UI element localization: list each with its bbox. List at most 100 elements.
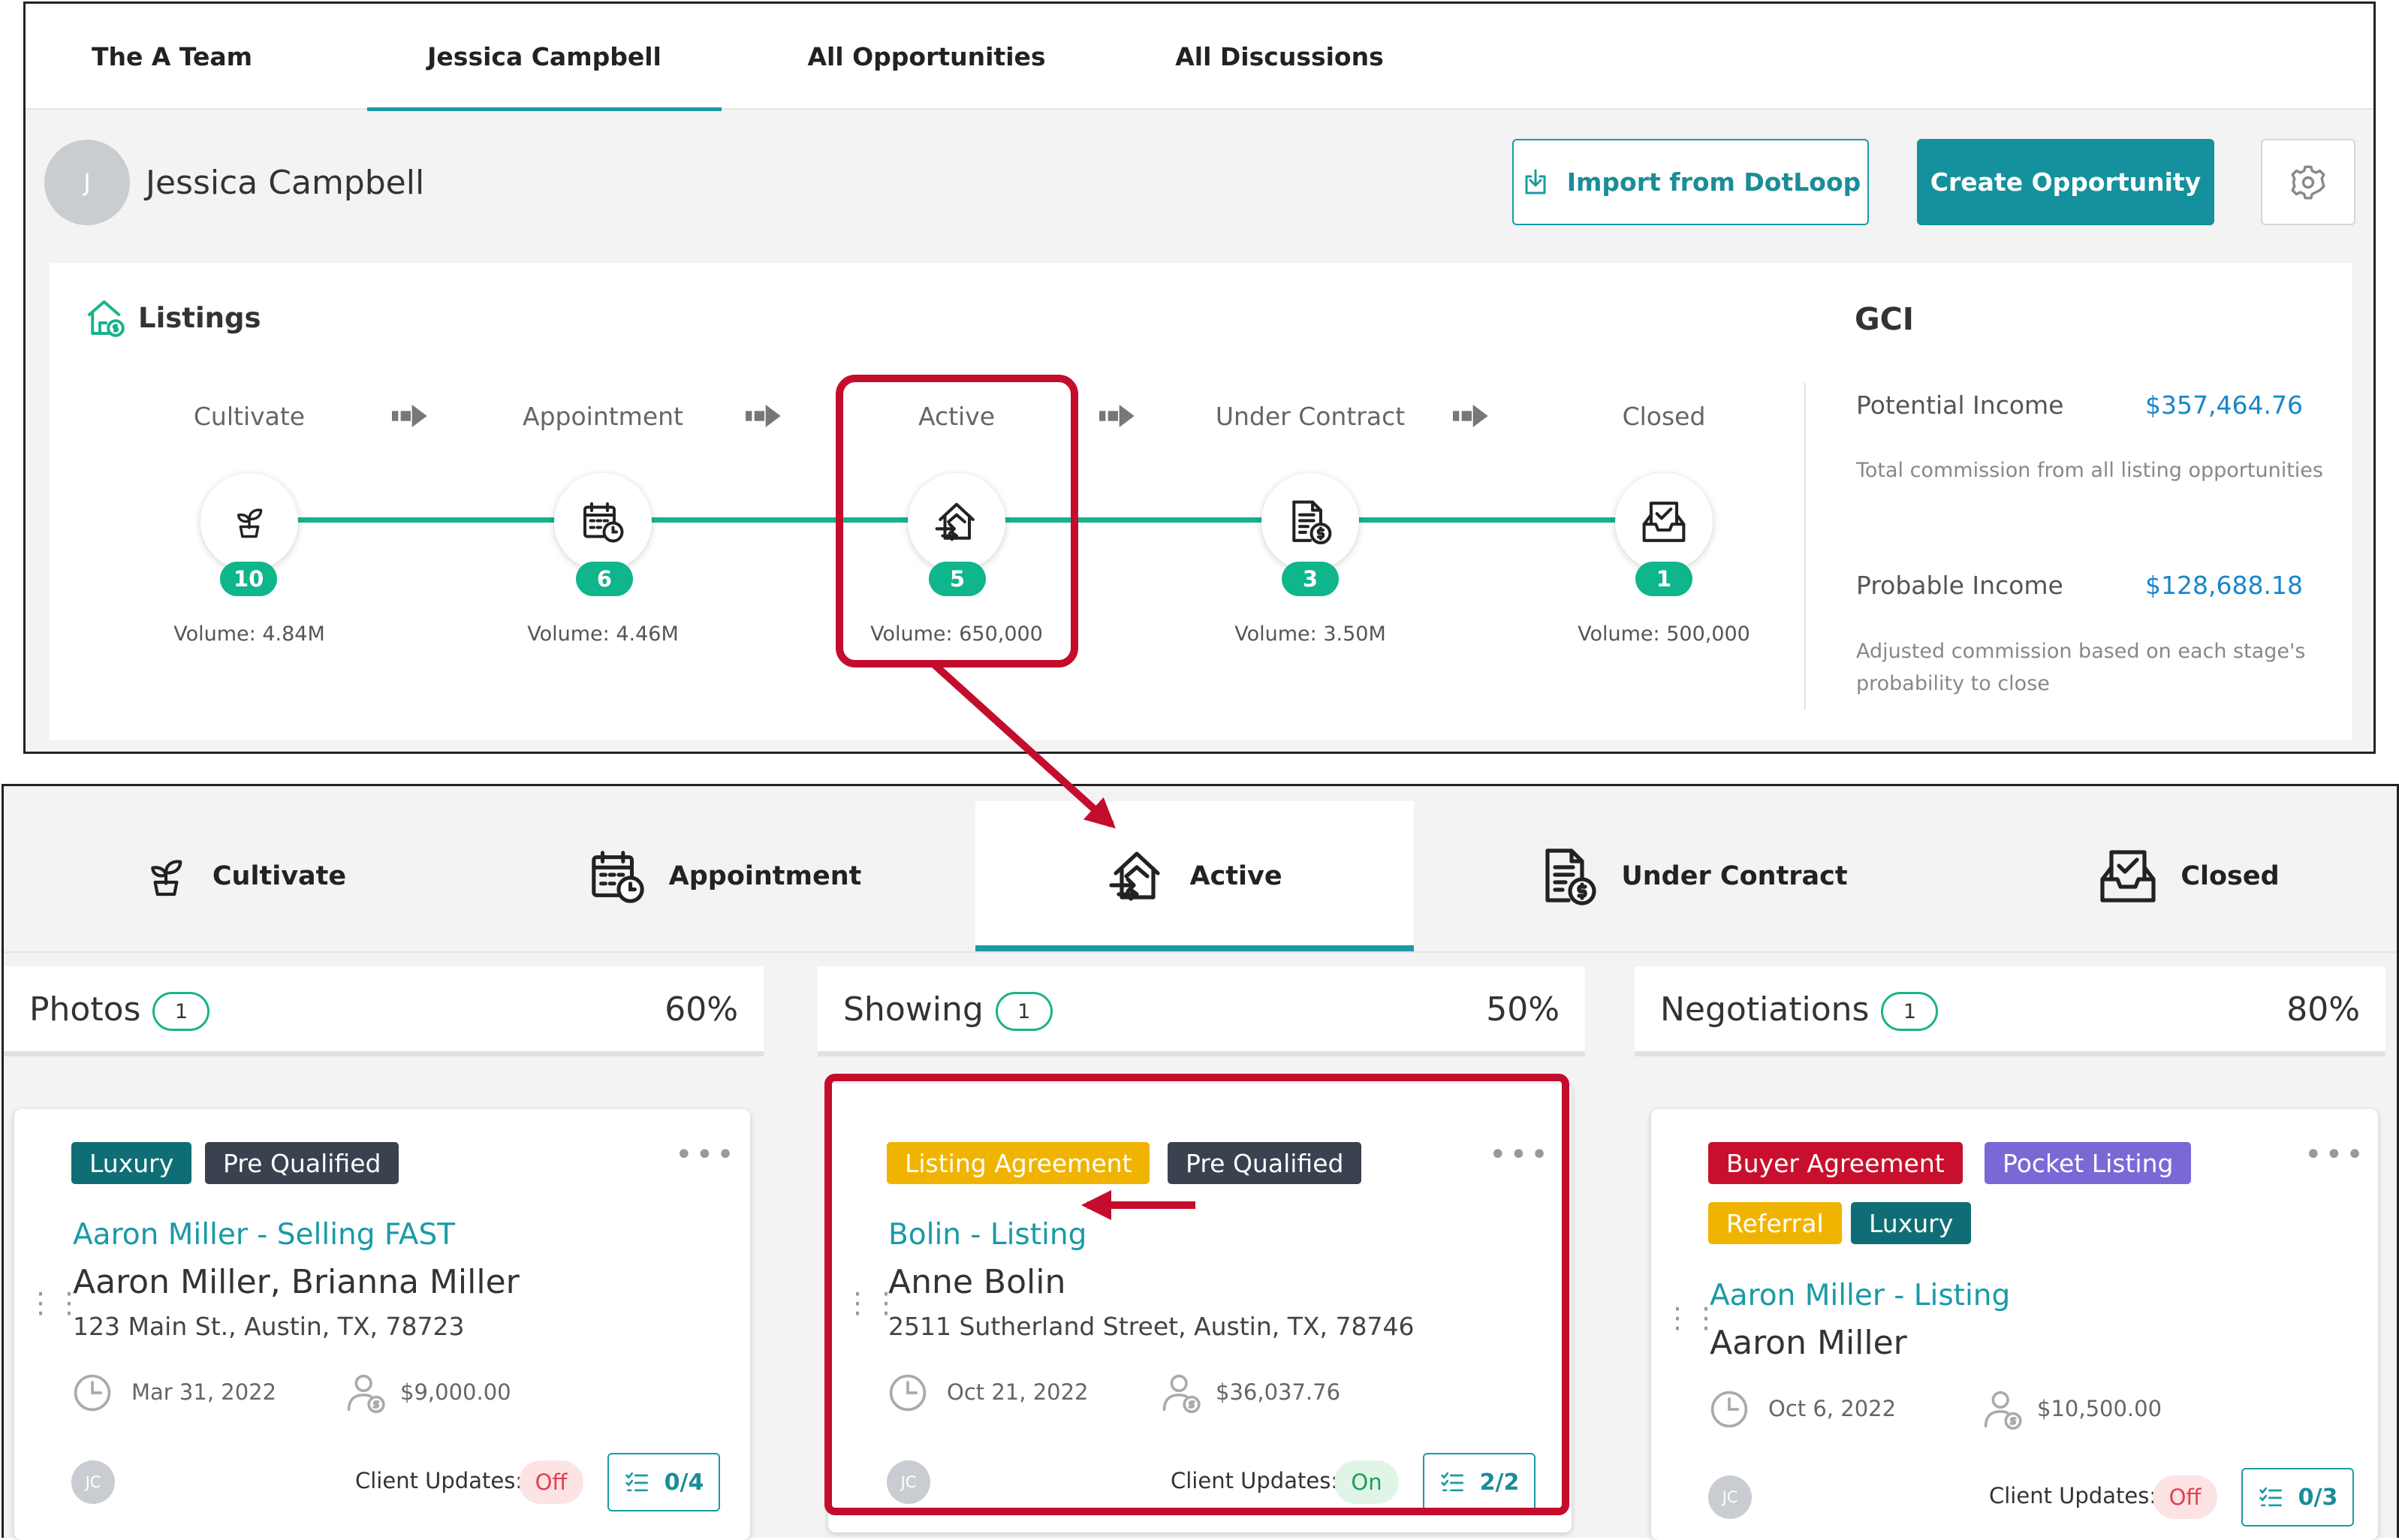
tag: Luxury xyxy=(1851,1202,1972,1244)
stage-circle-appointment[interactable] xyxy=(554,473,652,571)
gear-icon xyxy=(2291,165,2325,199)
stage-volume: Volume: 3.50M xyxy=(1234,622,1386,646)
house-arrow-icon xyxy=(1107,846,1167,906)
more-options-icon[interactable]: ••• xyxy=(675,1138,737,1172)
tasks-button[interactable]: 0/4 xyxy=(607,1453,720,1511)
column-header: Photos 1 60% xyxy=(4,966,764,1056)
column-title: Negotiations xyxy=(1660,990,1870,1029)
stage-circle-cultivate[interactable] xyxy=(200,473,298,571)
team-tabs: The A Team Jessica Campbell All Opportun… xyxy=(26,4,2373,111)
column-photos: Photos 1 60% Luxury Pre Qualified ••• Aar… xyxy=(4,966,764,1540)
tab-under-contract[interactable]: Under Contract xyxy=(1536,801,1851,951)
address: 123 Main St., Austin, TX, 78723 xyxy=(73,1312,465,1341)
tab-label: Cultivate xyxy=(212,861,347,891)
tab-active[interactable]: Active xyxy=(975,801,1414,951)
column-negotiations: Negotiations 1 80% Buyer Agreement Pocket… xyxy=(1635,966,2385,1540)
tasks-count: 0/4 xyxy=(664,1469,704,1496)
checklist-icon xyxy=(2258,1484,2285,1511)
tasks-button[interactable]: 0/3 xyxy=(2241,1468,2354,1526)
stage-label-closed: Closed xyxy=(1622,402,1706,431)
column-title: Photos xyxy=(29,990,141,1029)
create-opportunity-button[interactable]: Create Opportunity xyxy=(1917,139,2214,225)
listings-overview-panel: The A Team Jessica Campbell All Opportun… xyxy=(23,2,2376,754)
clock-icon xyxy=(1708,1388,1750,1430)
tag: Buyer Agreement xyxy=(1708,1142,1963,1184)
stage-arrow-icon xyxy=(392,403,429,429)
tab-closed[interactable]: Closed xyxy=(2084,801,2294,951)
stage-volume: Volume: 500,000 xyxy=(1578,622,1750,646)
calendar-clock-icon xyxy=(580,499,625,544)
drag-handle-icon[interactable]: ⋮⋮ xyxy=(1663,1303,1720,1332)
client-updates-toggle[interactable]: Off xyxy=(2153,1475,2217,1519)
column-title: Showing xyxy=(843,990,984,1029)
opportunity-card[interactable]: Buyer Agreement Pocket Listing Referral … xyxy=(1651,1109,2378,1540)
tab-cultivate[interactable]: Cultivate xyxy=(116,801,372,951)
column-count-badge: 1 xyxy=(152,992,210,1031)
gci-divider xyxy=(1804,383,1806,710)
house-dollar-icon xyxy=(87,300,125,337)
avatar: J xyxy=(44,140,130,225)
download-icon xyxy=(1525,169,1546,194)
stage-tabs: Cultivate Appointment Active Under Contr… xyxy=(4,786,2397,953)
stage-volume: Volume: 4.84M xyxy=(173,622,325,646)
user-name: Jessica Campbell xyxy=(146,164,425,202)
potential-income-value: $357,464.76 xyxy=(2145,390,2303,420)
calendar-clock-icon xyxy=(588,847,646,906)
tab-jessica-campbell[interactable]: Jessica Campbell xyxy=(367,4,722,111)
probable-income-description: Adjusted commission based on each stage'… xyxy=(1856,640,2306,695)
client-updates-label: Client Updates: xyxy=(1989,1483,2157,1508)
stage-circle-closed[interactable] xyxy=(1615,473,1713,571)
stage-count-badge: 3 xyxy=(1282,562,1339,596)
assignee-avatar: JC xyxy=(1708,1475,1752,1519)
opportunity-title[interactable]: Aaron Miller - Selling FAST xyxy=(73,1218,455,1252)
tasks-count: 0/3 xyxy=(2298,1484,2338,1511)
assignee-avatar: JC xyxy=(71,1460,115,1504)
tab-all-opportunities[interactable]: All Opportunities xyxy=(791,4,1062,110)
stage-arrow-icon xyxy=(746,403,783,429)
inbox-check-icon xyxy=(1641,499,1687,545)
opportunity-card[interactable]: Luxury Pre Qualified ••• Aaron Miller - … xyxy=(14,1109,750,1540)
column-percent: 50% xyxy=(1486,990,1560,1029)
column-percent: 60% xyxy=(665,990,738,1029)
potential-income-label: Potential Income xyxy=(1856,390,2064,420)
drag-handle-icon[interactable]: ⋮⋮ xyxy=(26,1288,83,1317)
stage-arrow-icon xyxy=(1099,403,1137,429)
gci-title: GCI xyxy=(1855,301,1914,337)
tag: Pre Qualified xyxy=(205,1142,399,1184)
client-updates-toggle[interactable]: Off xyxy=(519,1460,583,1504)
tab-label: Appointment xyxy=(668,861,862,891)
tag: Pocket Listing xyxy=(1985,1142,2192,1184)
card-highlight xyxy=(824,1074,1569,1515)
opportunity-title[interactable]: Aaron Miller - Listing xyxy=(1710,1279,2010,1312)
import-from-dotloop-button[interactable]: Import from DotLoop xyxy=(1512,139,1869,225)
tag: Referral xyxy=(1708,1202,1842,1244)
stage-circle-under-contract[interactable] xyxy=(1261,473,1359,571)
stage-count-badge: 10 xyxy=(220,562,278,596)
amount: $10,500.00 xyxy=(2037,1396,2162,1421)
tab-label: Under Contract xyxy=(1621,861,1848,891)
tab-the-a-team[interactable]: The A Team xyxy=(78,4,266,110)
stage-count-badge: 1 xyxy=(1635,562,1692,596)
inbox-check-icon xyxy=(2098,846,2158,906)
more-options-icon[interactable]: ••• xyxy=(2304,1138,2367,1172)
document-dollar-icon xyxy=(1287,499,1334,545)
tag: Luxury xyxy=(71,1142,192,1184)
person-dollar-icon xyxy=(1982,1388,2024,1430)
stage-label-under-contract: Under Contract xyxy=(1215,402,1406,431)
tab-label: Closed xyxy=(2180,861,2280,891)
client-updates-label: Client Updates: xyxy=(355,1468,523,1493)
clock-icon xyxy=(71,1372,113,1414)
stage-arrow-icon xyxy=(1453,403,1490,429)
probable-income-value: $128,688.18 xyxy=(2145,571,2303,600)
stage-label-cultivate: Cultivate xyxy=(193,402,306,431)
potential-income-description: Total commission from all listing opport… xyxy=(1856,459,2323,482)
column-count-badge: 1 xyxy=(1881,992,1939,1031)
probable-income-label: Probable Income xyxy=(1856,571,2063,600)
stage-label-appointment: Appointment xyxy=(523,402,683,431)
amount: $9,000.00 xyxy=(400,1379,511,1405)
tab-appointment[interactable]: Appointment xyxy=(582,801,867,951)
tab-label: Active xyxy=(1189,861,1282,891)
contact-name: Aaron Miller, Brianna Miller xyxy=(73,1263,520,1301)
settings-button[interactable] xyxy=(2261,139,2355,225)
tab-all-discussions[interactable]: All Discussions xyxy=(1152,4,1407,110)
